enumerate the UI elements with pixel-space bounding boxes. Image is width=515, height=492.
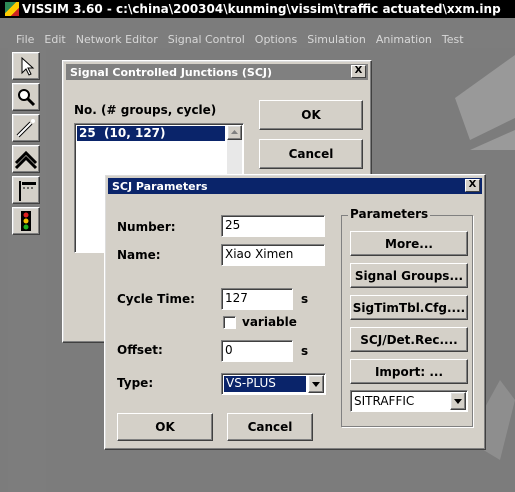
- menu-file[interactable]: File: [16, 33, 34, 46]
- scj-params-ok-button[interactable]: OK: [117, 413, 213, 441]
- controller-select[interactable]: SITRAFFIC: [350, 390, 468, 412]
- signal-head-icon: [19, 181, 36, 201]
- offset-field[interactable]: 0: [221, 340, 293, 362]
- signal-head-tool-button[interactable]: [12, 176, 40, 204]
- scj-params-cancel-button[interactable]: Cancel: [227, 413, 313, 441]
- type-label: Type:: [117, 376, 154, 390]
- vissim-logo-icon: [5, 2, 19, 16]
- name-label: Name:: [117, 248, 161, 262]
- wand-icon: [16, 119, 35, 138]
- sigtimtbl-cfg-button[interactable]: SigTimTbl.Cfg....: [350, 295, 468, 320]
- number-field[interactable]: 25: [221, 215, 325, 237]
- scj-list-ok-button[interactable]: OK: [259, 100, 363, 130]
- signal-groups-button[interactable]: Signal Groups...: [350, 263, 468, 288]
- menu-simulation[interactable]: Simulation: [307, 33, 366, 46]
- scj-params-close-button[interactable]: X: [465, 179, 480, 192]
- app-title: VISSIM 3.60 - c:\china\200304\kunming\vi…: [22, 2, 501, 16]
- more-button[interactable]: More...: [350, 231, 468, 256]
- cycle-time-label: Cycle Time:: [117, 292, 195, 306]
- pointer-icon: [21, 56, 35, 76]
- wand-tool-button[interactable]: [12, 114, 40, 142]
- parameters-group-box: Parameters More... Signal Groups... SigT…: [341, 207, 473, 427]
- scj-list-title: Signal Controlled Junctions (SCJ): [70, 65, 273, 79]
- type-dropdown-button[interactable]: [308, 375, 324, 393]
- variable-checkbox[interactable]: [223, 316, 236, 329]
- scj-params-dialog: SCJ Parameters X Number: 25 Name: Xiao X…: [104, 174, 486, 450]
- cycle-time-unit: s: [301, 292, 309, 306]
- parameters-group-title: Parameters: [348, 207, 431, 221]
- controller-selected-value: SITRAFFIC: [354, 394, 415, 408]
- scj-list-cancel-button[interactable]: Cancel: [259, 139, 363, 169]
- scj-list-title-bar: Signal Controlled Junctions (SCJ) X: [66, 64, 368, 80]
- offset-label: Offset:: [117, 343, 163, 357]
- type-selected-value: VS-PLUS: [224, 376, 306, 392]
- traffic-light-tool-button[interactable]: [12, 207, 40, 235]
- name-field[interactable]: Xiao Ximen: [221, 244, 325, 266]
- controller-dropdown-button[interactable]: [450, 392, 466, 410]
- menu-options[interactable]: Options: [255, 33, 297, 46]
- scroll-up-button[interactable]: [227, 125, 242, 140]
- menu-network-editor[interactable]: Network Editor: [76, 33, 158, 46]
- zoom-tool-button[interactable]: [12, 83, 40, 111]
- variable-label: variable: [242, 315, 297, 329]
- app-title-bar: VISSIM 3.60 - c:\china\200304\kunming\vi…: [0, 0, 515, 18]
- scj-params-title: SCJ Parameters: [112, 179, 208, 193]
- pointer-tool-button[interactable]: [12, 52, 40, 80]
- scj-det-rec-button[interactable]: SCJ/Det.Rec....: [350, 327, 468, 352]
- roof-icon: [14, 150, 38, 170]
- menu-signal-control[interactable]: Signal Control: [168, 33, 245, 46]
- cycle-time-field[interactable]: 127: [221, 288, 293, 310]
- arrow-up-icon: [231, 130, 238, 134]
- menu-test[interactable]: Test: [442, 33, 464, 46]
- zoom-icon: [18, 89, 36, 107]
- scj-params-title-bar: SCJ Parameters X: [108, 178, 482, 194]
- menu-edit[interactable]: Edit: [44, 33, 65, 46]
- scj-list-header: No. (# groups, cycle): [74, 103, 217, 117]
- chevron-down-icon: [312, 382, 320, 387]
- list-item[interactable]: 25 (10, 127): [77, 126, 225, 141]
- number-label: Number:: [117, 220, 176, 234]
- import-button[interactable]: Import: ...: [350, 359, 468, 384]
- scj-list-close-button[interactable]: X: [351, 65, 366, 78]
- chevron-down-icon: [454, 399, 462, 404]
- menu-animation[interactable]: Animation: [376, 33, 432, 46]
- left-toolbar: [8, 48, 46, 492]
- menu-bar: File Edit Network Editor Signal Control …: [0, 30, 515, 48]
- type-select[interactable]: VS-PLUS: [221, 373, 326, 395]
- offset-unit: s: [301, 344, 309, 358]
- traffic-light-icon: [21, 211, 31, 231]
- roof-tool-button[interactable]: [12, 145, 40, 173]
